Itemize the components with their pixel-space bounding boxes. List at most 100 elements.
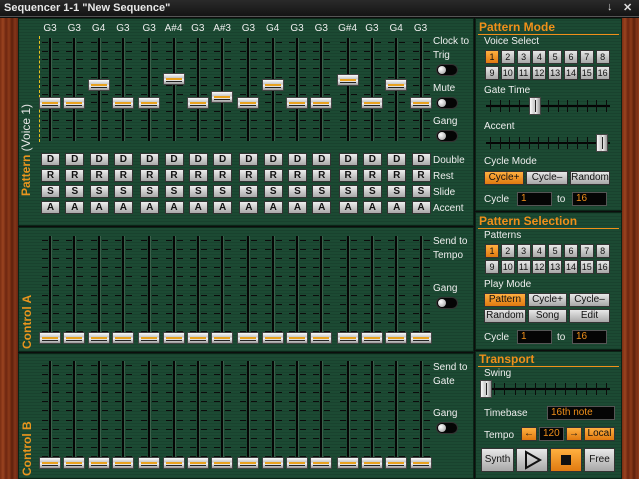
pattern-slider-knob[interactable] [162, 72, 185, 85]
pattern-select-button[interactable]: 2 [500, 244, 515, 258]
pattern-slider-knob[interactable] [186, 97, 209, 110]
accent-step-button[interactable]: A [213, 201, 233, 214]
control-b-slider-knob[interactable] [138, 457, 161, 469]
slide-step-button[interactable]: S [362, 185, 382, 198]
control-a-slider-knob[interactable] [211, 332, 234, 344]
slide-step-button[interactable]: S [213, 185, 233, 198]
voice-button[interactable]: 6 [564, 50, 578, 64]
control-b-slider-knob[interactable] [162, 457, 185, 469]
control-a-slider-knob[interactable] [39, 332, 61, 344]
rest-step-button[interactable]: R [239, 169, 259, 182]
rest-step-button[interactable]: R [288, 169, 307, 182]
control-b-slider-knob[interactable] [385, 457, 408, 469]
play-mode-button[interactable]: Cycle+ [528, 293, 567, 307]
slide-step-button[interactable]: S [411, 185, 431, 198]
rest-step-button[interactable]: R [164, 169, 184, 182]
control-b-slider-knob[interactable] [186, 457, 209, 469]
swing-slider[interactable] [480, 380, 610, 398]
accent-step-button[interactable]: A [263, 201, 283, 214]
slide-step-button[interactable]: S [338, 185, 358, 198]
tempo-field[interactable]: 120 [539, 427, 564, 441]
pattern-slider-knob[interactable] [39, 97, 61, 110]
tempo-source-button[interactable]: Local [584, 427, 615, 441]
control-a-slider-knob[interactable] [336, 332, 359, 344]
voice-button[interactable]: 9 [485, 66, 499, 80]
slide-step-button[interactable]: S [140, 185, 160, 198]
control-a-slider-knob[interactable] [360, 332, 383, 344]
control-b-gang-toggle[interactable] [436, 422, 458, 434]
minimize-icon[interactable]: ↓ [607, 1, 613, 13]
control-a-slider-knob[interactable] [87, 332, 110, 344]
pattern-slider-knob[interactable] [360, 97, 383, 110]
double-step-button[interactable]: D [338, 153, 358, 166]
gang-toggle[interactable] [436, 130, 458, 142]
pattern-select-button[interactable]: 14 [564, 260, 578, 274]
accent-step-button[interactable]: A [411, 201, 431, 214]
rest-step-button[interactable]: R [263, 169, 283, 182]
rest-step-button[interactable]: R [387, 169, 407, 182]
control-b-slider-knob[interactable] [111, 457, 134, 469]
pattern-slider-knob[interactable] [211, 90, 234, 103]
pattern-slider-knob[interactable] [409, 97, 432, 110]
accent-step-button[interactable]: A [288, 201, 307, 214]
voice-button[interactable]: 5 [548, 50, 563, 64]
play-mode-button[interactable]: Edit [569, 309, 610, 323]
slider-knob[interactable] [595, 134, 608, 152]
control-a-slider-knob[interactable] [237, 332, 260, 344]
accent-step-button[interactable]: A [387, 201, 407, 214]
accent-step-button[interactable]: A [164, 201, 184, 214]
clock-trig-toggle[interactable] [436, 64, 458, 76]
double-step-button[interactable]: D [164, 153, 184, 166]
control-b-slider-knob[interactable] [211, 457, 234, 469]
accent-slider[interactable] [486, 134, 610, 152]
slide-step-button[interactable]: S [387, 185, 407, 198]
mute-toggle[interactable] [436, 97, 458, 109]
control-a-gang-toggle[interactable] [436, 297, 458, 309]
pattern-select-button[interactable]: 13 [548, 260, 563, 274]
slide-step-button[interactable]: S [164, 185, 184, 198]
double-step-button[interactable]: D [65, 153, 85, 166]
control-b-slider-knob[interactable] [336, 457, 359, 469]
voice-button[interactable]: 1 [485, 50, 499, 64]
control-a-slider-knob[interactable] [162, 332, 185, 344]
control-b-slider-knob[interactable] [39, 457, 61, 469]
pattern-slider-knob[interactable] [111, 97, 134, 110]
control-a-slider-knob[interactable] [261, 332, 284, 344]
rest-step-button[interactable]: R [312, 169, 332, 182]
rest-step-button[interactable]: R [362, 169, 382, 182]
pm-cycle-from-field[interactable]: 1 [517, 192, 552, 206]
voice-button[interactable]: 16 [595, 66, 610, 80]
control-a-slider-knob[interactable] [63, 332, 86, 344]
pattern-select-button[interactable]: 5 [548, 244, 563, 258]
play-mode-button[interactable]: Song [528, 309, 567, 323]
slide-step-button[interactable]: S [239, 185, 259, 198]
double-step-button[interactable]: D [239, 153, 259, 166]
cycle-mode-button[interactable]: Random [570, 171, 610, 185]
slide-step-button[interactable]: S [288, 185, 307, 198]
slide-step-button[interactable]: S [41, 185, 60, 198]
pattern-slider-knob[interactable] [310, 97, 333, 110]
accent-step-button[interactable]: A [312, 201, 332, 214]
rest-step-button[interactable]: R [188, 169, 208, 182]
voice-button[interactable]: 12 [532, 66, 547, 80]
accent-step-button[interactable]: A [188, 201, 208, 214]
double-step-button[interactable]: D [312, 153, 332, 166]
rest-step-button[interactable]: R [65, 169, 85, 182]
voice-button[interactable]: 11 [516, 66, 531, 80]
voice-button[interactable]: 15 [579, 66, 594, 80]
double-step-button[interactable]: D [362, 153, 382, 166]
accent-step-button[interactable]: A [89, 201, 109, 214]
play-mode-button[interactable]: Random [484, 309, 526, 323]
control-a-slider-knob[interactable] [409, 332, 432, 344]
control-b-slider-knob[interactable] [310, 457, 333, 469]
pattern-slider-knob[interactable] [261, 78, 284, 91]
pattern-slider-knob[interactable] [237, 97, 260, 110]
accent-step-button[interactable]: A [65, 201, 85, 214]
pattern-select-button[interactable]: 8 [595, 244, 610, 258]
accent-step-button[interactable]: A [113, 201, 133, 214]
slider-knob[interactable] [480, 380, 492, 398]
double-step-button[interactable]: D [288, 153, 307, 166]
accent-step-button[interactable]: A [41, 201, 60, 214]
pattern-slider-knob[interactable] [286, 97, 308, 110]
double-step-button[interactable]: D [387, 153, 407, 166]
